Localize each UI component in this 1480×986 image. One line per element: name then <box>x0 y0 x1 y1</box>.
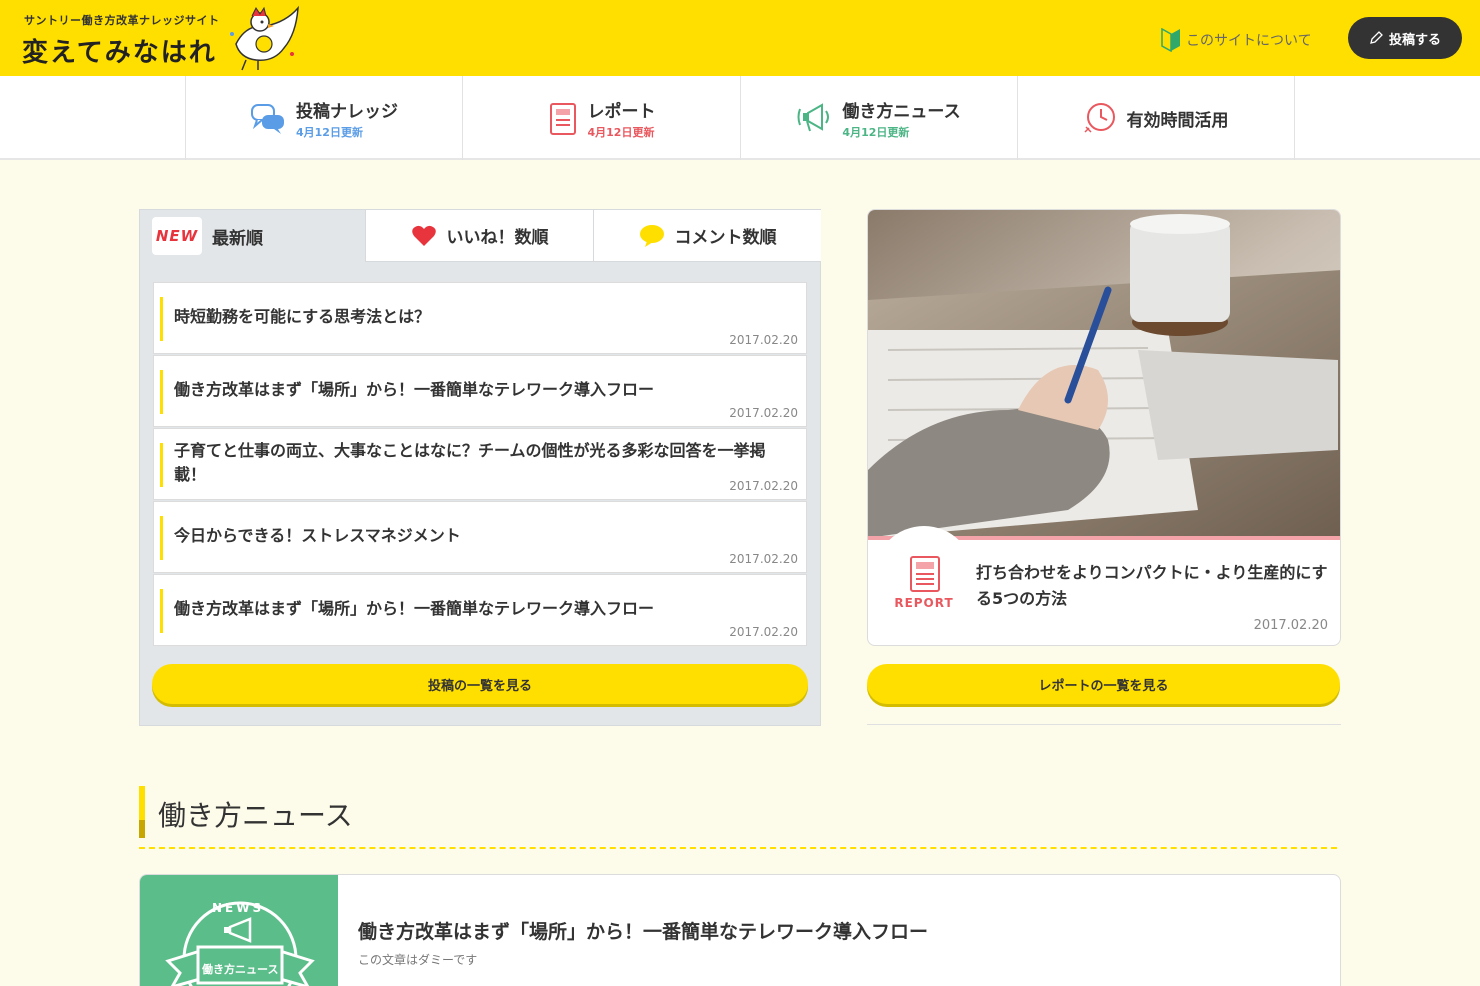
pencil-icon <box>1370 31 1383 44</box>
report-date: 2017.02.20 <box>1253 618 1328 633</box>
nav-label-time: 有効時間活用 <box>1126 110 1229 131</box>
view-all-posts-button[interactable]: 投稿の一覧を見る <box>152 664 808 704</box>
tab-newest-label: 最新順 <box>212 228 263 249</box>
post-button[interactable]: 投稿する <box>1348 17 1462 59</box>
tab-likes-label: いいね！数順 <box>446 228 549 248</box>
about-site-link[interactable]: このサイトについて <box>1160 28 1312 52</box>
nav-date-news: 4月12日更新 <box>842 125 910 139</box>
post-button-label: 投稿する <box>1388 32 1441 48</box>
nav-date-knowledge: 4月12日更新 <box>296 125 363 139</box>
nav-item-report[interactable]: レポート 4月12日更新 <box>463 76 741 160</box>
news-title: 働き方改革はまず「場所」から！一番簡単なテレワーク導入フロー <box>358 921 929 943</box>
news-thumb-label: NEWS <box>212 901 265 915</box>
mascot-bird-icon <box>230 5 299 71</box>
site-logo-title[interactable]: 変えてみなはれ <box>22 32 217 69</box>
report-card[interactable]: REPORT 打ち合わせをよりコンパクトに・より生産的にする5つの方法 2017… <box>867 209 1341 646</box>
comment-bubble-icon <box>639 224 664 247</box>
post-date: 2017.02.20 <box>729 406 798 420</box>
nav-label-knowledge: 投稿ナレッジ <box>296 101 398 122</box>
section-accent-bar-shadow <box>139 820 145 838</box>
site-header: サントリー働き方改革ナレッジサイト 変えてみなはれ このサイトについて 投稿する <box>0 0 1480 76</box>
news-card[interactable]: NEWS 働き方ニュース 働き方改革はまず「場所」から！一番簡単なテレワーク導入… <box>139 874 1341 986</box>
post-list-item[interactable]: 働き方改革はまず「場所」から！一番簡単なテレワーク導入フロー 2017.02.2… <box>153 355 807 427</box>
report-photo-image <box>868 210 1340 538</box>
nav-item-time[interactable]: 有効時間活用 <box>1017 76 1295 160</box>
report-badge: REPORT <box>874 526 974 626</box>
post-title: 今日からできる！ストレスマネジメント <box>174 526 461 545</box>
speech-bubbles-icon <box>251 104 284 134</box>
nav-item-knowledge[interactable]: 投稿ナレッジ 4月12日更新 <box>185 76 463 160</box>
clock-icon <box>1083 103 1115 133</box>
post-date: 2017.02.20 <box>729 479 798 493</box>
tab-likes[interactable]: いいね！数順 <box>365 210 593 262</box>
report-document-icon <box>910 556 940 592</box>
news-thumb-sublabel: 働き方ニュース <box>202 963 279 976</box>
post-date: 2017.02.20 <box>729 333 798 347</box>
post-date: 2017.02.20 <box>729 552 798 566</box>
new-badge: NEW <box>152 217 202 255</box>
news-thumbnail: NEWS 働き方ニュース <box>140 875 338 986</box>
nav-date-report: 4月12日更新 <box>587 125 655 139</box>
nav-item-news[interactable]: 働き方ニュース 4月12日更新 <box>740 76 1018 160</box>
document-icon <box>549 103 576 135</box>
post-list-item[interactable]: 時短勤務を可能にする思考法とは？ 2017.02.20 <box>153 282 807 354</box>
site-subtitle: サントリー働き方改革ナレッジサイト <box>24 14 220 27</box>
main-nav: 投稿ナレッジ 4月12日更新 レポート 4月12日更新 働き方ニュース 4月12… <box>0 76 1480 160</box>
post-title: 子育てと仕事の両立、大事なことはなに？チームの個性が光る多彩な回答を一挙掲載！ <box>174 441 766 484</box>
nav-label-news: 働き方ニュース <box>842 101 961 122</box>
post-list-item[interactable]: 子育てと仕事の両立、大事なことはなに？チームの個性が光る多彩な回答を一挙掲載！ … <box>153 428 807 500</box>
tab-newest[interactable]: NEW 最新順 <box>152 210 364 262</box>
post-accent-bar <box>160 297 163 341</box>
post-list-item[interactable]: 働き方改革はまず「場所」から！一番簡単なテレワーク導入フロー 2017.02.2… <box>153 574 807 646</box>
section-dashed-rule <box>139 847 1337 849</box>
report-divider <box>867 724 1341 725</box>
tab-comments[interactable]: コメント数順 <box>593 210 821 262</box>
megaphone-icon <box>797 103 830 132</box>
post-title: 働き方改革はまず「場所」から！一番簡単なテレワーク導入フロー <box>174 380 655 399</box>
post-accent-bar <box>160 443 163 487</box>
about-site-label: このサイトについて <box>1186 33 1312 49</box>
news-subtitle: この文章はダミーです <box>358 953 478 967</box>
post-accent-bar <box>160 589 163 633</box>
nav-label-report: レポート <box>587 101 656 122</box>
post-accent-bar <box>160 370 163 414</box>
post-date: 2017.02.20 <box>729 625 798 639</box>
heart-icon <box>411 225 436 246</box>
ranking-panel: NEW 最新順 いいね！数順 コメント数順 時短勤務を可能にする思考法とは？ 2… <box>139 209 821 726</box>
post-title: 働き方改革はまず「場所」から！一番簡単なテレワーク導入フロー <box>174 599 655 618</box>
beginner-mark-icon <box>1161 28 1180 52</box>
post-list-item[interactable]: 今日からできる！ストレスマネジメント 2017.02.20 <box>153 501 807 573</box>
report-title: 打ち合わせをよりコンパクトに・より生産的にする5つの方法 <box>976 563 1328 608</box>
view-all-reports-button[interactable]: レポートの一覧を見る <box>867 664 1340 704</box>
post-title: 時短勤務を可能にする思考法とは？ <box>174 307 431 326</box>
tab-comments-label: コメント数順 <box>674 228 777 248</box>
news-section-title: 働き方ニュース <box>158 799 353 832</box>
report-badge-label: REPORT <box>894 596 954 610</box>
post-accent-bar <box>160 516 163 560</box>
